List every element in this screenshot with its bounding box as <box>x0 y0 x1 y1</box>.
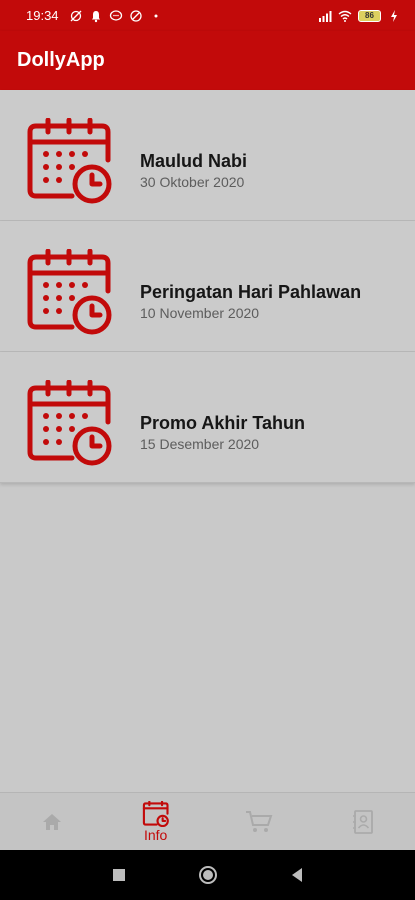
sync-off-icon <box>70 10 82 21</box>
recent-apps-icon[interactable] <box>112 868 126 882</box>
system-navigation-bar <box>0 850 415 900</box>
contacts-icon <box>353 809 374 834</box>
cart-icon <box>246 810 273 832</box>
nav-cart[interactable] <box>208 793 312 850</box>
calendar-clock-icon <box>27 249 112 335</box>
event-title: Peringatan Hari Pahlawan <box>140 282 362 302</box>
event-date: 15 Desember 2020 <box>140 436 260 452</box>
charging-icon <box>391 9 397 22</box>
calendar-clock-icon <box>27 380 112 466</box>
home-button-icon[interactable] <box>198 865 218 885</box>
event-card[interactable]: Peringatan Hari Pahlawan 10 November 202… <box>0 221 415 352</box>
status-bar: 19:34 86 <box>0 0 415 31</box>
nav-contacts[interactable] <box>311 793 415 850</box>
status-time: 19:34 <box>26 8 59 23</box>
app-screen: 19:34 86 DollyApp Maulud Nabi 30 Oktober… <box>0 0 415 900</box>
event-list: Maulud Nabi 30 Oktober 2020 Peringatan H… <box>0 90 415 483</box>
event-card[interactable]: Maulud Nabi 30 Oktober 2020 <box>0 90 415 221</box>
signal-icon <box>319 10 332 22</box>
calendar-clock-icon <box>142 800 169 827</box>
wifi-icon <box>338 10 352 22</box>
nav-info[interactable]: Info <box>104 793 208 850</box>
event-card[interactable]: Promo Akhir Tahun 15 Desember 2020 <box>0 352 415 483</box>
event-date: 30 Oktober 2020 <box>140 174 245 190</box>
event-title: Promo Akhir Tahun <box>140 413 306 433</box>
nav-home[interactable] <box>0 793 104 850</box>
back-icon[interactable] <box>290 867 304 883</box>
calendar-clock-icon <box>27 118 112 204</box>
dot-indicator-icon <box>154 14 158 17</box>
battery-icon: 86 <box>358 9 381 22</box>
home-icon <box>42 813 61 830</box>
event-title: Maulud Nabi <box>140 151 247 171</box>
data-saver-icon <box>129 9 142 22</box>
event-date: 10 November 2020 <box>140 305 260 321</box>
notification-bell-icon <box>91 10 100 22</box>
nav-info-label: Info <box>143 826 168 843</box>
bottom-navigation: Info <box>0 792 415 850</box>
app-bar: DollyApp <box>0 31 415 90</box>
message-icon <box>109 9 122 21</box>
app-title: DollyApp <box>17 49 105 71</box>
